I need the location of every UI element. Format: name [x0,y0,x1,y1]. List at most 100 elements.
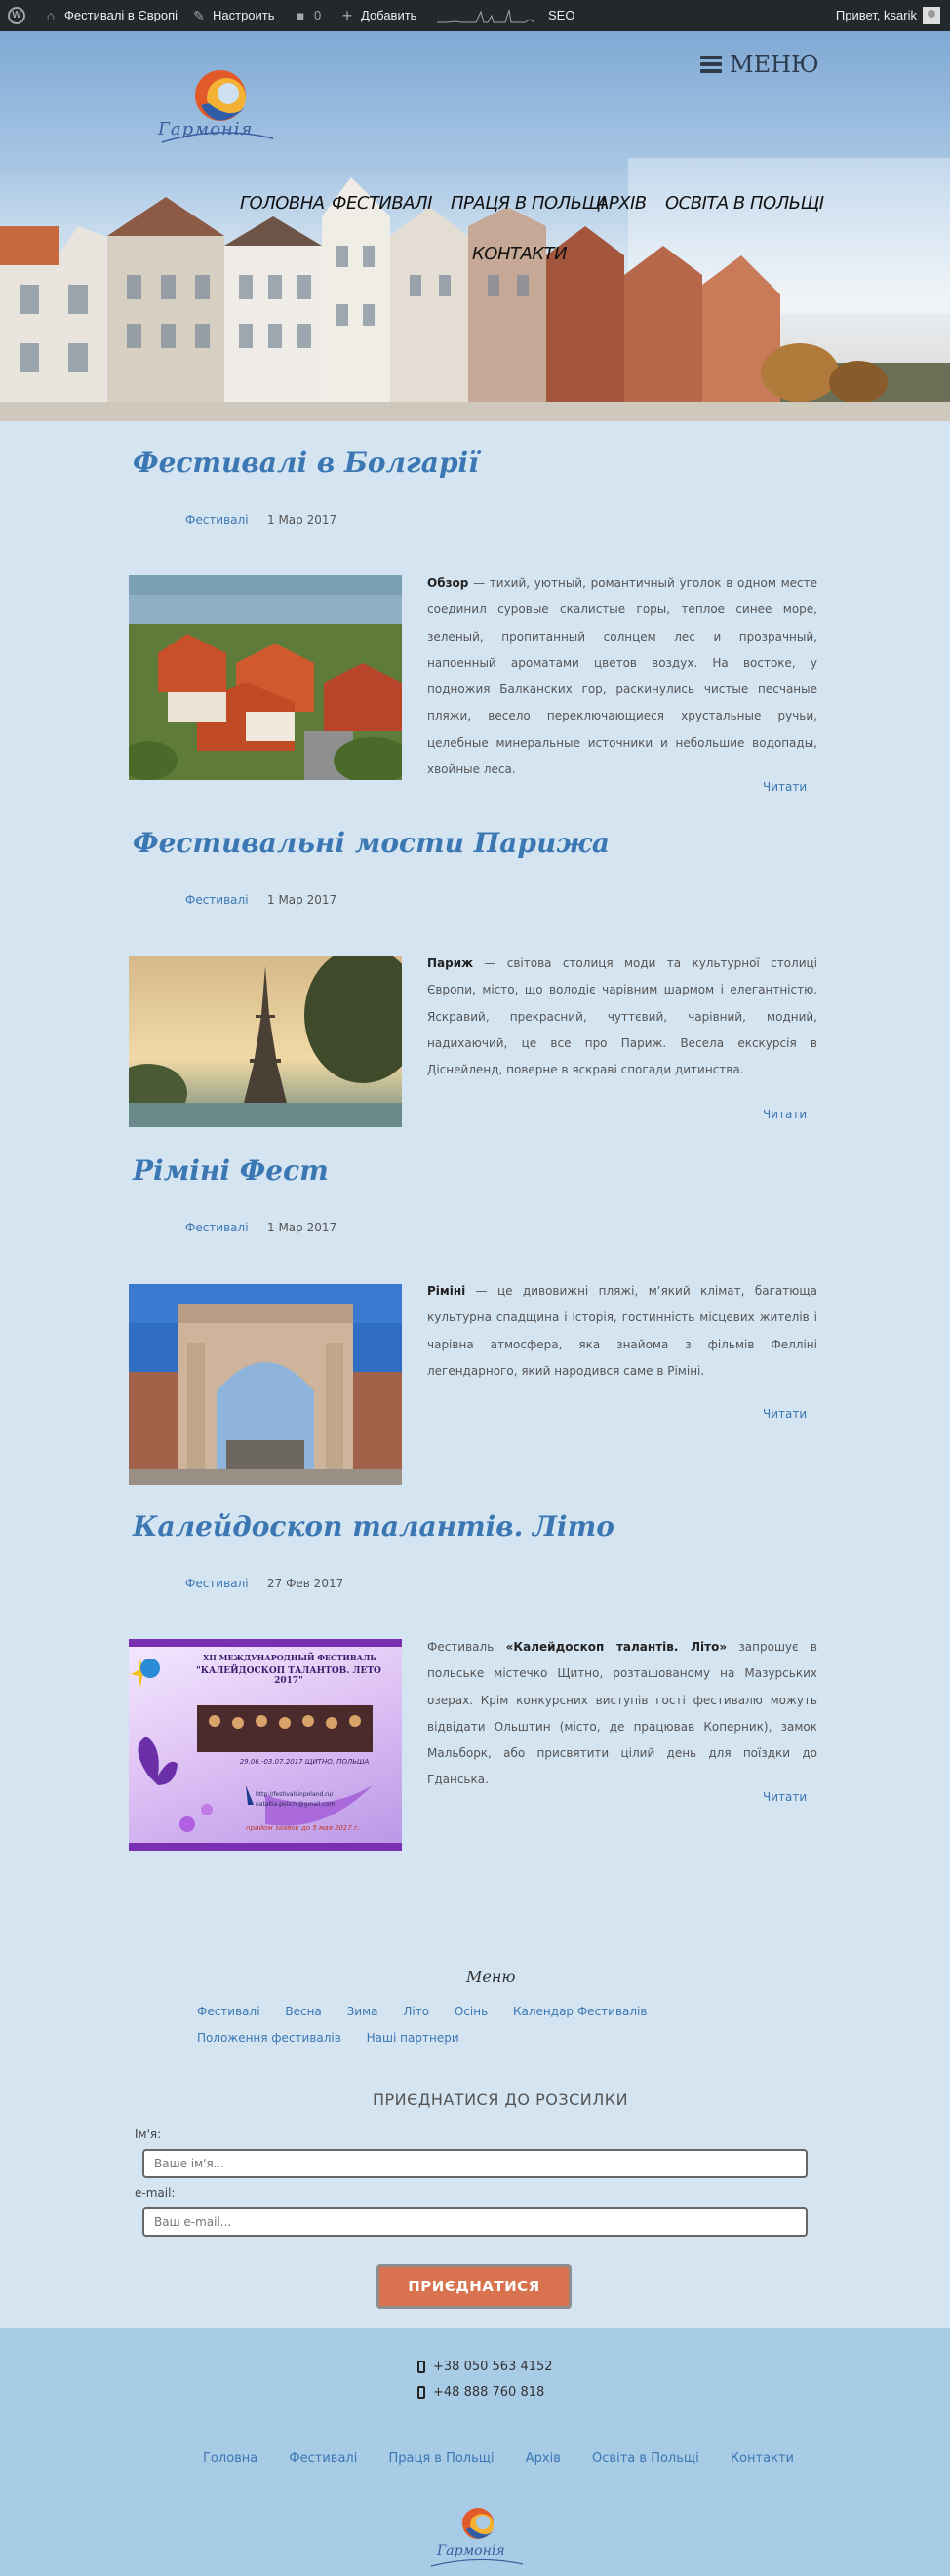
post-excerpt-text: — тихий, уютный, романтичный уголок в од… [427,576,817,777]
post-category-link[interactable]: Фестивалі [185,893,249,907]
subscribe-button[interactable]: ПРИЄДНАТИСЯ [376,2264,572,2309]
post-meta: Фестивалі 27 Фев 2017 [185,1577,343,1590]
poster-line3: 29.06.-03.07.2017 ЩИТНО, ПОЛЬША [239,1758,370,1766]
post-excerpt: Фестиваль «Калейдоскоп талантів. Літо» з… [427,1634,817,1794]
nav-item-work-in-poland[interactable]: Праця в Польщі [451,193,606,214]
post-category-link[interactable]: Фестивалі [185,1577,249,1590]
post-excerpt-lead: Ріміні [427,1284,466,1298]
avatar [923,7,940,24]
nav-item-education-in-poland[interactable]: Освіта в Польщі [665,193,824,214]
wp-logo-menu[interactable] [8,0,25,31]
footer-menu-item[interactable]: Фестивалі [197,1999,260,2025]
footer-nav-item[interactable]: Фестивалі [289,2451,357,2466]
post-date: 1 Мар 2017 [267,1221,337,1234]
footer-nav-item[interactable]: Освіта в Польщі [592,2451,699,2466]
post-thumbnail-rimini[interactable] [129,1284,402,1485]
comment-icon: ■ [296,8,305,23]
poster-line1: XII МЕЖДУНАРОДНЫЙ ФЕСТИВАЛЬ [203,1653,376,1662]
post-excerpt: Обзор — тихий, уютный, романтичный уголо… [427,570,817,783]
post-date: 1 Мар 2017 [267,893,337,907]
comments-link[interactable]: ■ 0 [293,0,321,31]
footer-menu: Фестивалі Весна Зима Літо Осінь Календар… [197,1999,821,2051]
post-category-link[interactable]: Фестивалі [185,513,249,527]
seo-menu[interactable]: SEO [548,0,574,31]
add-new-label: Добавить [361,8,417,22]
name-input[interactable] [142,2149,808,2178]
post-title[interactable]: Фестивальні мости Парижа [133,827,610,859]
nav-item-home[interactable]: Головна [240,193,325,214]
footer-menu-item[interactable]: Наші партнери [367,2025,459,2051]
post-excerpt-text: — це дивовижні пляжі, м’який клімат, баг… [427,1284,817,1378]
post-meta: Фестивалі 1 Мар 2017 [185,1221,336,1234]
post-excerpt-text: — світова столиця моди та культурної сто… [427,956,817,1077]
stats-sparkline-icon [437,9,534,23]
footer-menu-item[interactable]: Календар Фестивалів [513,1999,647,2025]
post-thumbnail-kaleidoscope-poster[interactable]: XII МЕЖДУНАРОДНЫЙ ФЕСТИВАЛЬ "КАЛЕЙДОСКОП… [129,1639,402,1851]
seo-label: SEO [548,8,575,22]
footer-menu-item[interactable]: Положення фестивалів [197,2025,341,2051]
read-more-link[interactable]: Читати [763,780,807,794]
nav-item-contacts[interactable]: Контакти [472,244,568,264]
post-title[interactable]: Ріміні Фест [133,1154,329,1187]
menu-toggle-button[interactable]: МЕНЮ [700,51,819,78]
email-input[interactable] [142,2207,808,2237]
post-excerpt-lead: «Калейдоскоп талантів. Літо» [505,1640,728,1654]
stats-sparkline[interactable] [437,0,534,31]
greeting-label: Привет, ksarik [835,8,917,22]
post-title[interactable]: Фестивалі в Болгарії [133,447,479,479]
footer-logo[interactable]: Гармонія [423,2502,531,2576]
footer-menu-item[interactable]: Весна [285,1999,321,2025]
post-category-link[interactable]: Фестивалі [185,1221,249,1234]
logo-text: Гармонія [158,119,254,139]
post-meta: Фестивалі 1 Мар 2017 [185,513,336,527]
add-new-link[interactable]: + Добавить [339,0,417,31]
footer-menu-item[interactable]: Зима [347,1999,378,2025]
footer-menu-item[interactable]: Літо [403,1999,429,2025]
post-excerpt-text: запрошує в польське містечко Щитно, розт… [427,1640,817,1787]
comments-count: 0 [314,8,322,22]
post-title[interactable]: Калейдоскоп талантів. Літо [133,1510,614,1542]
post-excerpt-lead: Париж [427,956,474,970]
footer-logo-mark [430,2508,524,2567]
phone-line: +38 050 563 4152 [417,2360,553,2374]
name-label: Ім'я: [135,2127,162,2141]
nav-item-archive[interactable]: Архів [597,193,647,214]
footer-nav-item[interactable]: Контакти [731,2451,794,2466]
post-excerpt-pre: Фестиваль [427,1640,506,1654]
poster-line4: http://festivalsinpoland.ru/ [256,1791,334,1798]
poster-line5: natallia.polichl@gmail.com [256,1801,336,1808]
site-name-link[interactable]: ⌂ Фестивалі в Європі [43,0,178,31]
site-header: МЕНЮ Гармонія Головна Фестивалі Праця в … [0,31,950,421]
customize-label: Настроить [213,8,275,22]
subscribe-title: ПРИЄДНАТИСЯ ДО РОЗСИЛКИ [373,2090,629,2109]
footer-nav-item[interactable]: Головна [203,2451,257,2466]
site-logo[interactable] [152,66,283,164]
customize-link[interactable]: ✎ Настроить [191,0,275,31]
post-date: 1 Мар 2017 [267,513,337,527]
home-icon: ⌂ [46,8,56,23]
post-meta: Фестивалі 1 Мар 2017 [185,893,336,907]
read-more-link[interactable]: Читати [763,1108,807,1121]
plus-icon: + [341,6,353,25]
footer-nav-item[interactable]: Архів [526,2451,561,2466]
email-label: e-mail: [135,2186,176,2200]
brush-icon: ✎ [193,8,205,23]
read-more-link[interactable]: Читати [763,1790,807,1804]
phone-number: +38 050 563 4152 [433,2360,553,2374]
site-name-label: Фестивалі в Європі [64,8,178,22]
footer-menu-title: Меню [466,1968,516,1986]
nav-item-festivals[interactable]: Фестивалі [332,193,432,214]
admin-bar: ⌂ Фестивалі в Європі ✎ Настроить ■ 0 + Д… [0,0,950,31]
menu-toggle-label: МЕНЮ [730,51,819,78]
post-excerpt: Париж — світова столиця моди та культурн… [427,951,817,1083]
footer-menu-item[interactable]: Осінь [455,1999,488,2025]
post-thumbnail-paris[interactable] [129,956,402,1127]
poster-line6: прийом заявок до 5 мая 2017 г. [246,1824,360,1832]
poster-line2: "КАЛЕЙДОСКОП ТАЛАНТОВ. ЛЕТО 2017" [196,1666,381,1686]
post-excerpt: Ріміні — це дивовижні пляжі, м’який клім… [427,1278,817,1385]
post-thumbnail-bulgaria[interactable] [129,575,402,780]
phone-number: +48 888 760 818 [433,2385,545,2400]
footer-nav-item[interactable]: Праця в Польщі [388,2451,494,2466]
read-more-link[interactable]: Читати [763,1407,807,1421]
my-account-menu[interactable]: Привет, ksarik [836,0,940,31]
